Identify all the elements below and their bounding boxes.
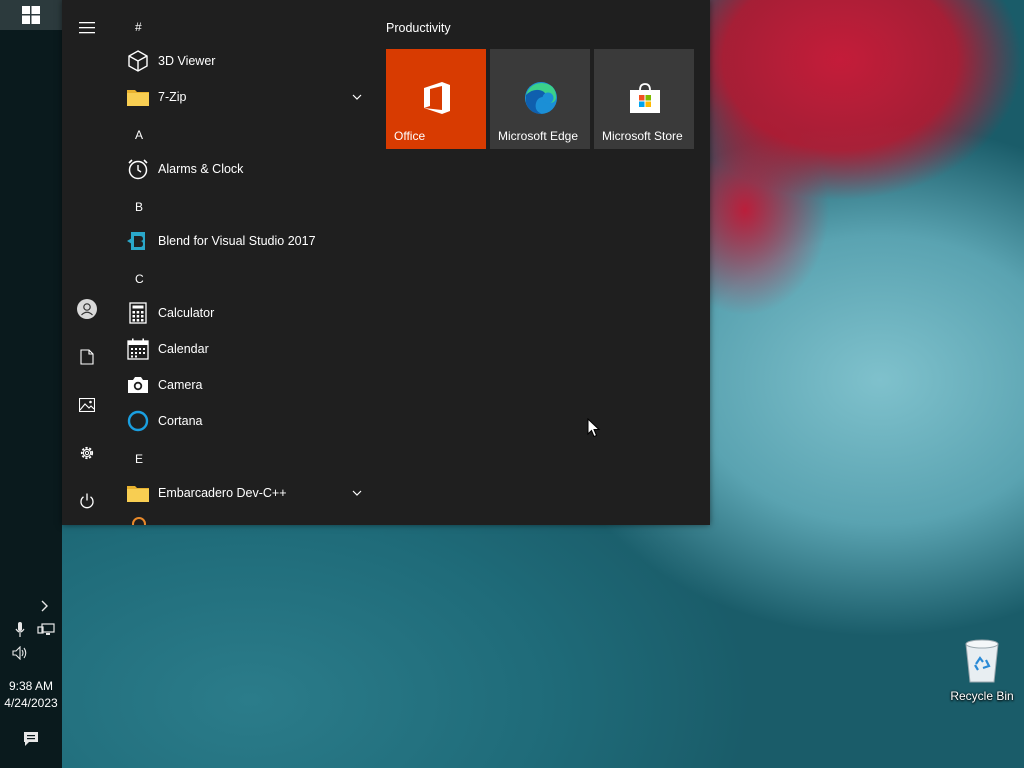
blend-icon	[126, 229, 150, 253]
pictures-button[interactable]	[72, 390, 102, 420]
group-header-e[interactable]: E	[135, 452, 143, 466]
tile-label: Office	[394, 129, 426, 143]
power-icon	[80, 493, 94, 509]
tile-microsoft-store[interactable]: Microsoft Store	[594, 49, 694, 149]
app-list[interactable]: # 3D Viewer 7-Zip A Alarms & Clock B Ble…	[118, 0, 374, 525]
start-menu-rail	[62, 0, 112, 525]
app-item-calculator[interactable]: Calculator	[118, 296, 370, 330]
edge-icon	[524, 81, 558, 115]
group-header-a[interactable]: A	[135, 128, 143, 142]
app-item-alarms-clock[interactable]: Alarms & Clock	[118, 152, 370, 186]
hamburger-menu-button[interactable]	[72, 13, 102, 43]
cortana-icon	[126, 409, 150, 433]
tile-office[interactable]: Office	[386, 49, 486, 149]
action-center-icon[interactable]	[21, 729, 41, 749]
app-label: Cortana	[158, 414, 203, 428]
windows-logo-icon	[22, 6, 40, 24]
volume-icon[interactable]	[10, 645, 32, 661]
partially-visible-app-icon	[132, 517, 146, 525]
camera-icon	[126, 373, 150, 397]
clock-date[interactable]: 4/24/2023	[0, 696, 62, 710]
app-item-calendar[interactable]: Calendar	[118, 332, 370, 366]
show-hidden-icons-chevron-icon[interactable]	[36, 598, 54, 614]
app-label: Embarcadero Dev-C++	[158, 486, 287, 500]
tile-microsoft-edge[interactable]: Microsoft Edge	[490, 49, 590, 149]
group-header-b[interactable]: B	[135, 200, 143, 214]
recycle-bin-icon	[965, 639, 999, 683]
clock-time[interactable]: 9:38 AM	[0, 679, 62, 693]
calculator-icon	[126, 301, 150, 325]
calendar-icon	[126, 337, 150, 361]
tile-label: Microsoft Store	[602, 129, 683, 143]
app-item-embarcadero[interactable]: Embarcadero Dev-C++	[118, 476, 370, 510]
user-icon	[77, 299, 97, 319]
app-item-camera[interactable]: Camera	[118, 368, 370, 402]
microphone-icon[interactable]	[12, 621, 28, 639]
tiles-area: Productivity Office Microsoft Edge Micro…	[386, 0, 710, 525]
folder-icon	[126, 85, 150, 109]
start-menu: # 3D Viewer 7-Zip A Alarms & Clock B Ble…	[62, 0, 710, 525]
app-label: Calendar	[158, 342, 209, 356]
app-label: 7-Zip	[158, 90, 187, 104]
user-account-button[interactable]	[72, 294, 102, 324]
app-label: Calculator	[158, 306, 215, 320]
taskbar: 9:38 AM 4/24/2023	[0, 0, 62, 768]
app-label: Blend for Visual Studio 2017	[158, 234, 316, 248]
pictures-icon	[79, 398, 95, 412]
group-header-hash[interactable]: #	[135, 20, 142, 34]
settings-button[interactable]	[72, 438, 102, 468]
alarm-clock-icon	[126, 157, 150, 181]
office-icon	[420, 81, 454, 115]
chevron-down-icon[interactable]	[350, 486, 364, 500]
folder-icon	[126, 481, 150, 505]
power-button[interactable]	[72, 486, 102, 516]
app-item-7-zip[interactable]: 7-Zip	[118, 80, 370, 114]
chevron-down-icon[interactable]	[350, 90, 364, 104]
app-label: Alarms & Clock	[158, 162, 244, 176]
store-icon	[628, 81, 662, 115]
group-header-c[interactable]: C	[135, 272, 144, 286]
settings-icon	[80, 446, 94, 460]
hamburger-icon	[79, 22, 95, 34]
documents-icon	[80, 349, 94, 365]
documents-button[interactable]	[72, 342, 102, 372]
app-item-blend[interactable]: Blend for Visual Studio 2017	[118, 224, 370, 258]
tile-label: Microsoft Edge	[498, 129, 579, 143]
recycle-bin-label: Recycle Bin	[950, 689, 1014, 703]
app-label: Camera	[158, 378, 203, 392]
mouse-cursor-icon	[587, 418, 601, 438]
network-icon[interactable]	[36, 621, 56, 639]
start-button[interactable]	[0, 0, 62, 30]
app-item-3d-viewer[interactable]: 3D Viewer	[118, 44, 370, 78]
recycle-bin-desktop-icon[interactable]: Recycle Bin	[944, 636, 1020, 708]
app-label: 3D Viewer	[158, 54, 216, 68]
tile-group-title[interactable]: Productivity	[386, 21, 451, 35]
app-item-cortana[interactable]: Cortana	[118, 404, 370, 438]
3d-viewer-icon	[126, 49, 150, 73]
